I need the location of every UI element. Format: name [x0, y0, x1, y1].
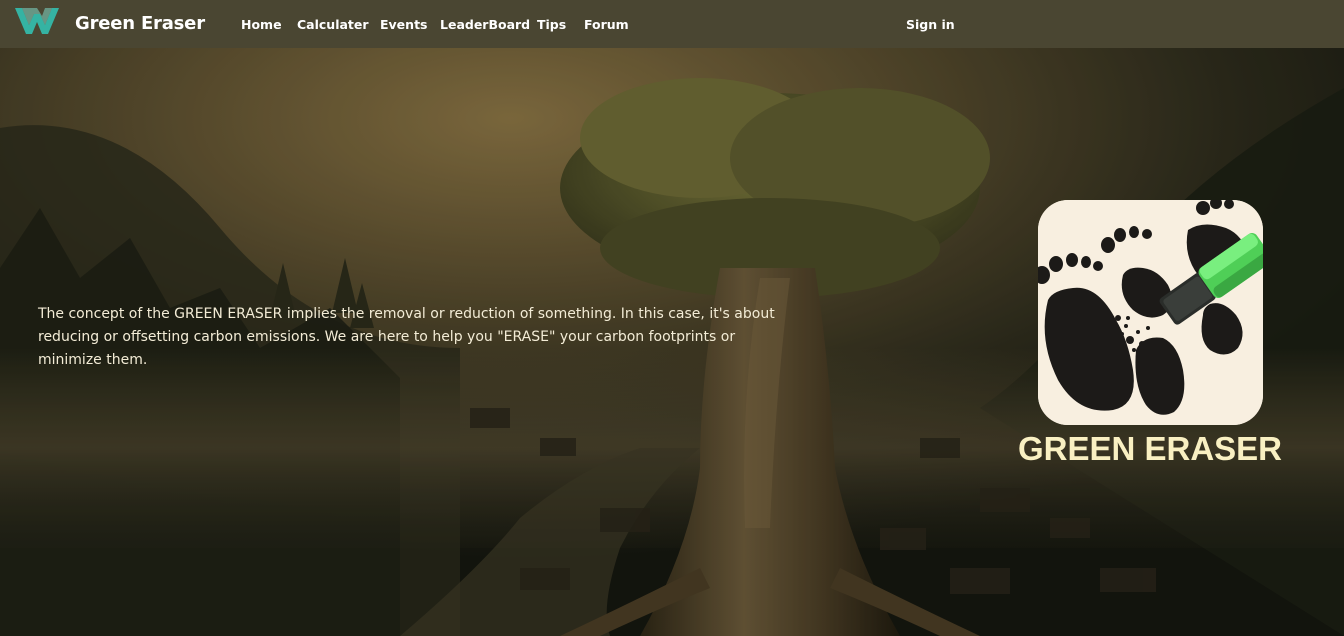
nav-link-home[interactable]: Home: [241, 17, 282, 32]
brand-name[interactable]: Green Eraser: [75, 13, 205, 34]
nav-link-tips[interactable]: Tips: [537, 17, 566, 32]
logo-title: GREEN ERASER: [1017, 430, 1283, 467]
page: Green Eraser Home Calculater Events Lead…: [0, 0, 1344, 636]
intro-paragraph: The concept of the GREEN ERASER implies …: [38, 306, 775, 368]
footprints-eraser-image: [1038, 200, 1263, 425]
sign-in-link[interactable]: Sign in: [906, 17, 955, 32]
nav-link-events[interactable]: Events: [380, 17, 427, 32]
navbar: Green Eraser Home Calculater Events Lead…: [0, 0, 1344, 48]
nav-link-calculater[interactable]: Calculater: [297, 17, 369, 32]
nav-link-leaderboard[interactable]: LeaderBoard: [440, 17, 530, 32]
nav-link-forum[interactable]: Forum: [584, 17, 629, 32]
w-logo-icon[interactable]: [14, 6, 60, 36]
